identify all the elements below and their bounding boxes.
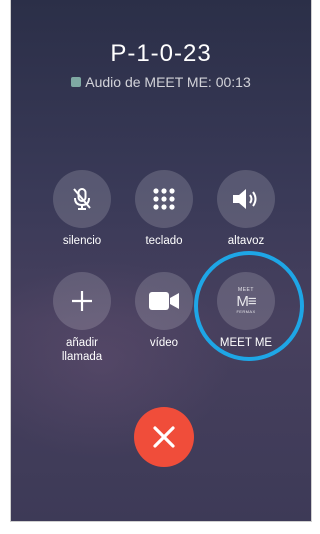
keypad-label: teclado bbox=[145, 235, 183, 247]
app-icon bbox=[71, 77, 82, 87]
add-call-label: añadir llamada bbox=[47, 336, 117, 364]
close-icon bbox=[153, 426, 175, 448]
keypad-icon bbox=[153, 188, 175, 210]
speaker-icon bbox=[233, 189, 257, 209]
add-call-label-line1: añadir bbox=[66, 337, 98, 349]
keypad-button[interactable]: teclado bbox=[129, 170, 199, 248]
call-header: P-1-0-23 Audio de MEET ME: 00:13 bbox=[11, 40, 311, 90]
video-label: vídeo bbox=[149, 337, 179, 349]
plus-icon bbox=[72, 291, 92, 311]
add-call-label-line2: llamada bbox=[61, 351, 103, 363]
video-circle[interactable] bbox=[135, 272, 193, 330]
mute-circle[interactable] bbox=[53, 170, 111, 228]
speaker-label: altavoz bbox=[227, 235, 265, 247]
call-status-text: Audio de MEET ME: 00:13 bbox=[85, 74, 251, 90]
call-title: P-1-0-23 bbox=[110, 40, 212, 67]
speaker-circle[interactable] bbox=[217, 170, 275, 228]
video-camera-icon bbox=[149, 292, 179, 310]
end-call-button[interactable] bbox=[134, 407, 194, 467]
video-button[interactable]: vídeo bbox=[129, 272, 199, 350]
highlight-ring bbox=[194, 251, 304, 361]
keypad-circle[interactable] bbox=[135, 170, 193, 228]
call-screen: P-1-0-23 Audio de MEET ME: 00:13 silenci… bbox=[10, 0, 312, 522]
speaker-button[interactable]: altavoz bbox=[211, 170, 281, 248]
mute-button[interactable]: silencio bbox=[47, 170, 117, 248]
add-call-circle[interactable] bbox=[53, 272, 111, 330]
add-call-button[interactable]: añadir llamada bbox=[47, 272, 117, 364]
mic-off-icon bbox=[73, 188, 91, 210]
call-status: Audio de MEET ME: 00:13 bbox=[11, 74, 311, 90]
mute-label: silencio bbox=[62, 235, 102, 247]
